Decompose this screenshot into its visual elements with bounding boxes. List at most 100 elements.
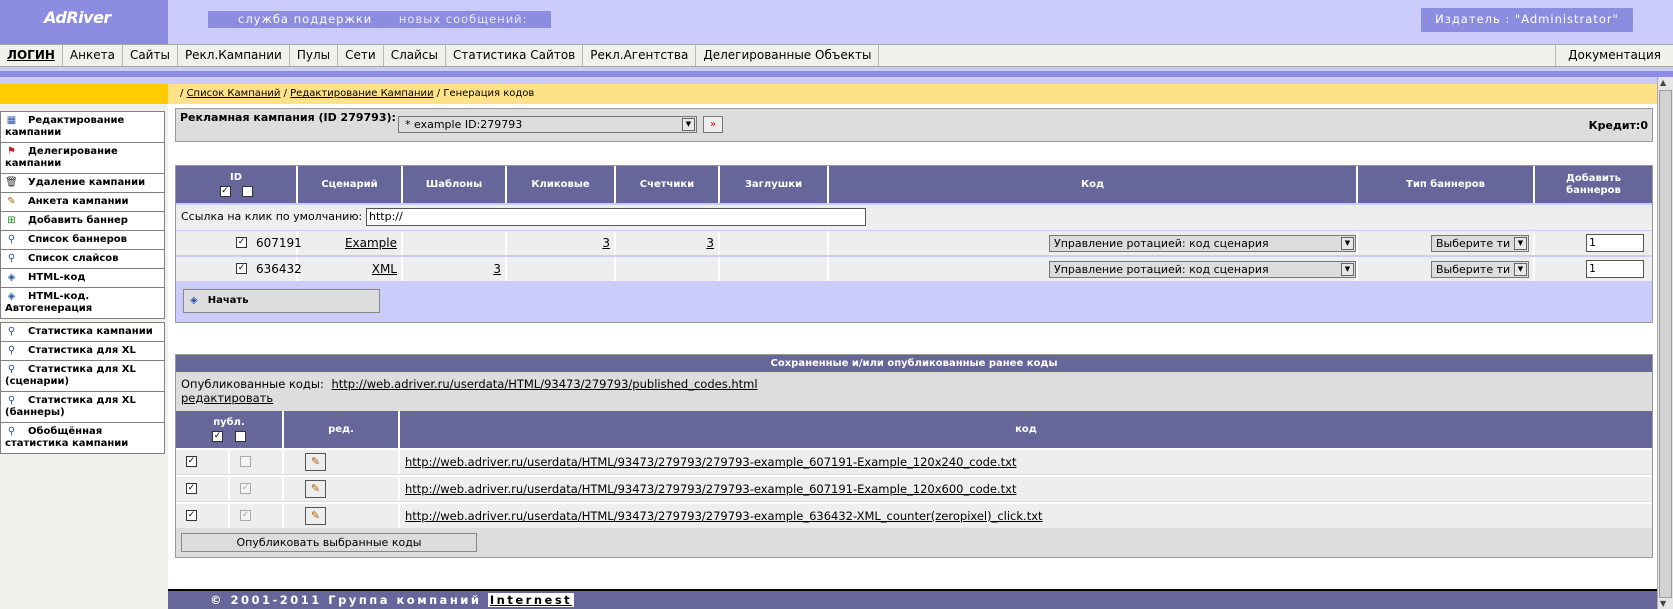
- magnifier-icon: ⚲: [7, 426, 16, 437]
- pencil-icon[interactable]: ✎: [305, 507, 326, 525]
- row-checkbox[interactable]: ✓: [236, 263, 247, 274]
- chevron-down-icon: ▼: [1341, 237, 1354, 250]
- banner-type-select[interactable]: Выберите ти ▼: [1431, 261, 1529, 278]
- side-item-html-autogen[interactable]: ◈ HTML-код. Автогенерация: [0, 288, 165, 319]
- publish-checkbox[interactable]: ✓: [186, 510, 197, 521]
- side-item-slice-list[interactable]: ⚲ Список слайсов: [0, 250, 165, 269]
- select-all-checkbox[interactable]: ✓: [219, 186, 231, 197]
- published-codes-link[interactable]: http://web.adriver.ru/userdata/HTML/9347…: [332, 377, 758, 391]
- row-id-cell: ✓ 636432: [176, 257, 302, 281]
- pencil-icon[interactable]: ✎: [305, 453, 326, 471]
- publish-checkbox[interactable]: ✓: [186, 456, 197, 467]
- side-item-label: Удаление кампании: [28, 177, 146, 188]
- publ-select-all-checkbox[interactable]: ✓: [212, 431, 223, 442]
- side-item-xl-stats-scenarios[interactable]: ⚲ Статистика для XL (сценарии): [0, 361, 165, 392]
- published-cell: [230, 450, 284, 474]
- adriver-logo[interactable]: AdRiver: [44, 8, 111, 27]
- side-item-campaign-stats[interactable]: ⚲ Статистика кампании: [0, 322, 165, 342]
- campaign-select[interactable]: * example ID:279793 ▼: [398, 116, 697, 133]
- clicks-link[interactable]: 3: [602, 236, 610, 250]
- pencil-icon[interactable]: ✎: [305, 480, 326, 498]
- side-item-label: Статистика кампании: [28, 326, 153, 337]
- campaign-select-value: * example ID:279793: [405, 118, 523, 131]
- scenario-link[interactable]: Example: [345, 236, 397, 250]
- breadcrumb: / Список Кампаний / Редактирование Кампа…: [168, 84, 1673, 104]
- side-item-xl-stats-banners[interactable]: ⚲ Статистика для XL (баннеры): [0, 392, 165, 423]
- default-link-input[interactable]: http://: [366, 208, 866, 226]
- templates-link[interactable]: 3: [493, 262, 501, 276]
- scroll-thumb[interactable]: [1659, 90, 1672, 598]
- scroll-up-icon[interactable]: ▲: [1660, 78, 1666, 87]
- vertical-scrollbar[interactable]: ▲ ▼: [1657, 77, 1673, 609]
- add-banners-input[interactable]: 1: [1586, 260, 1644, 278]
- header-stripe: [0, 77, 1673, 84]
- scroll-down-icon[interactable]: ▼: [1660, 599, 1666, 608]
- nav-login[interactable]: ЛОГИН: [0, 45, 63, 66]
- header-counters: Счетчики: [616, 166, 720, 203]
- nav-campaigns[interactable]: Рекл.Кампании: [178, 45, 290, 66]
- side-item-label: Список слайсов: [28, 253, 119, 264]
- side-item-html-code[interactable]: ◈ HTML-код: [0, 269, 165, 288]
- saved-codes-title: Сохраненные и/или опубликованные ранее к…: [176, 355, 1652, 372]
- grid-icon: ▦: [6, 115, 17, 126]
- banner-type-select[interactable]: Выберите ти ▼: [1431, 235, 1529, 252]
- code-type-select[interactable]: Управление ротацией: код сценария ▼: [1049, 261, 1356, 278]
- nav-profile[interactable]: Анкета: [63, 45, 123, 66]
- header-stubs: Заглушки: [720, 166, 829, 203]
- flag-icon: ⚑: [7, 146, 16, 157]
- row-counters: 3: [616, 231, 720, 255]
- nav-pools[interactable]: Пулы: [290, 45, 339, 66]
- nav-networks[interactable]: Сети: [338, 45, 384, 66]
- side-item-profile[interactable]: ✎ Анкета кампании: [0, 193, 165, 212]
- nav-sites[interactable]: Сайты: [123, 45, 178, 66]
- side-item-xl-stats[interactable]: ⚲ Статистика для XL: [0, 342, 165, 361]
- header-banner-type: Тип баннеров: [1358, 166, 1535, 203]
- side-item-delete[interactable]: 🗑 Удаление кампании: [0, 174, 165, 193]
- breadcrumb-campaign-list[interactable]: Список Кампаний: [187, 88, 281, 99]
- code-file-link[interactable]: http://web.adriver.ru/userdata/HTML/9347…: [405, 482, 1016, 496]
- left-sidebar: ▦ Редактирование кампании ⚑ Делегирование …: [0, 84, 168, 609]
- code-cell: http://web.adriver.ru/userdata/HTML/9347…: [400, 477, 1652, 501]
- header-code: Код: [829, 166, 1358, 203]
- code-type-select[interactable]: Управление ротацией: код сценария ▼: [1049, 235, 1356, 252]
- footer-brand-link[interactable]: Internest: [487, 593, 575, 607]
- side-item-edit-campaign[interactable]: ▦ Редактирование кампании: [0, 111, 165, 143]
- breadcrumb-campaign-edit[interactable]: Редактирование Кампании: [290, 88, 433, 99]
- trash-icon: 🗑: [5, 177, 18, 188]
- footer-copyright: © 2001-2011 Группа компаний: [210, 593, 482, 607]
- publ-select-none-checkbox[interactable]: [235, 431, 246, 442]
- row-checkbox[interactable]: ✓: [236, 237, 247, 248]
- select-none-checkbox[interactable]: [241, 186, 253, 197]
- nav-slices[interactable]: Слайсы: [384, 45, 446, 66]
- nav-delegated[interactable]: Делегированные Объекты: [696, 45, 880, 66]
- code-cell: http://web.adriver.ru/userdata/HTML/9347…: [400, 504, 1652, 528]
- go-button[interactable]: »: [703, 116, 723, 133]
- header-id-label: ID: [229, 172, 243, 183]
- support-link[interactable]: служба поддержки: [238, 12, 372, 26]
- side-item-banner-list[interactable]: ⚲ Список баннеров: [0, 231, 165, 250]
- counters-link[interactable]: 3: [706, 236, 714, 250]
- row-id: 607191: [256, 236, 302, 250]
- publish-selected-button[interactable]: Опубликовать выбранные коды: [181, 533, 477, 552]
- breadcrumb-separator: /: [283, 88, 287, 99]
- side-item-delegate[interactable]: ⚑ Делегирование кампании: [0, 143, 165, 174]
- add-banners-input[interactable]: 1: [1586, 234, 1644, 252]
- code-file-link[interactable]: http://web.adriver.ru/userdata/HTML/9347…: [405, 509, 1043, 523]
- publish-checkbox[interactable]: ✓: [186, 483, 197, 494]
- nav-agencies[interactable]: Рекл.Агентства: [583, 45, 697, 66]
- header-edit: ред.: [284, 411, 400, 448]
- scenario-link[interactable]: XML: [372, 262, 397, 276]
- side-item-add-banner[interactable]: ⊞ Добавить баннер: [0, 212, 165, 231]
- nav-site-stats[interactable]: Статистика Сайтов: [446, 45, 584, 66]
- header-clicks: Кликовые: [507, 166, 616, 203]
- edit-published-link[interactable]: редактировать: [181, 391, 273, 405]
- edit-cell: ✎: [284, 477, 400, 501]
- nav-docs[interactable]: Документация: [1556, 45, 1673, 66]
- credit-value: Кредит:0: [1588, 119, 1648, 132]
- code-file-link[interactable]: http://web.adriver.ru/userdata/HTML/9347…: [405, 455, 1016, 469]
- new-messages-link[interactable]: новых сообщений:: [399, 12, 528, 26]
- start-button[interactable]: ◈ Начать: [183, 289, 380, 313]
- side-item-label: HTML-код. Автогенерация: [5, 291, 93, 314]
- side-item-summary-stats[interactable]: ⚲ Обобщённая статистика кампании: [0, 423, 165, 454]
- edit-cell: ✎: [284, 450, 400, 474]
